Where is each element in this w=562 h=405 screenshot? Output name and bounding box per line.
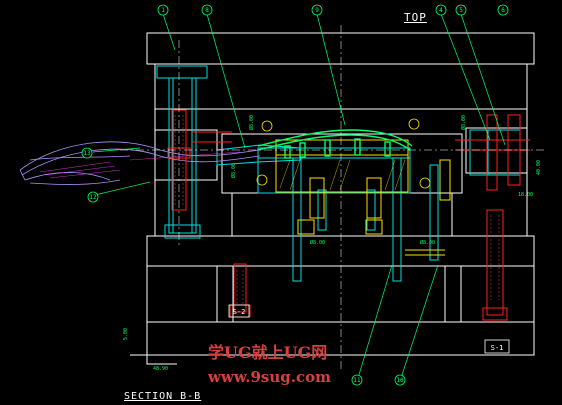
dimension-d2: Ø8.00 bbox=[230, 163, 237, 178]
balloon-4-label: 4 bbox=[439, 7, 443, 14]
watermark-url: www.9sug.com bbox=[208, 368, 331, 386]
balloon-5-label: 5 bbox=[459, 7, 463, 14]
callout-s1-label: S-1 bbox=[491, 344, 504, 352]
dimension-d3: Ø8.00 bbox=[460, 115, 467, 130]
balloon-10-label: 10 bbox=[396, 377, 404, 384]
callout-s2-label: S-2 bbox=[233, 308, 246, 316]
dimension-d1: Ø8.00 bbox=[248, 115, 255, 130]
balloon-12-label: 12 bbox=[89, 194, 97, 201]
dimension-d7: Ø8.00 bbox=[310, 239, 325, 246]
watermark-title: 学UG就上UG网 bbox=[208, 343, 328, 362]
view-title-top: TOP bbox=[404, 11, 427, 24]
balloon-6-label: 6 bbox=[501, 7, 505, 14]
balloon-11-label: 11 bbox=[353, 377, 361, 384]
dimension-d6: 18.00 bbox=[518, 192, 533, 198]
dimension-d8: 48.90 bbox=[153, 366, 168, 372]
balloon-1-label: 1 bbox=[161, 7, 165, 14]
balloon-8-label: 8 bbox=[205, 7, 209, 14]
balloon-9-label: 9 bbox=[315, 7, 319, 14]
balloon-13-label: 13 bbox=[83, 150, 91, 157]
dimension-d9: Ø8.00 bbox=[420, 239, 435, 246]
dimension-d4: 40.00 bbox=[536, 160, 542, 175]
view-title-section: SECTION B-B bbox=[124, 391, 202, 402]
dimension-d5: 5.00 bbox=[123, 328, 129, 340]
